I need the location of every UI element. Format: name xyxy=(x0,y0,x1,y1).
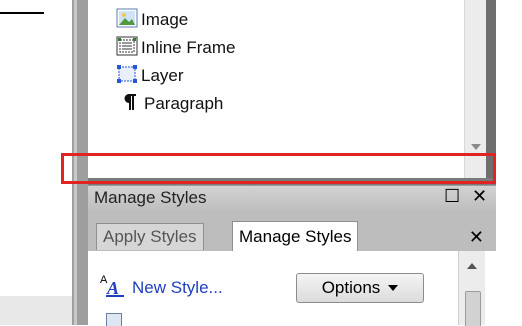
toolbox-item-inline-frame[interactable]: Inline Frame xyxy=(116,34,235,62)
style-item-icon xyxy=(106,313,122,326)
layer-icon xyxy=(116,63,138,90)
options-label: Options xyxy=(321,278,381,297)
panel-title: Manage Styles xyxy=(94,188,207,207)
toolbox-item-image[interactable]: Image xyxy=(116,6,188,34)
tab-manage-styles[interactable]: Manage Styles xyxy=(232,221,359,251)
toolbox-item-paragraph[interactable]: Paragraph xyxy=(122,90,223,118)
image-icon xyxy=(116,8,138,33)
toolbox-item-label: Paragraph xyxy=(144,94,224,113)
restore-panel-icon[interactable]: ☐ xyxy=(444,186,460,207)
close-panel-icon[interactable]: ✕ xyxy=(472,186,487,207)
toolbox-item-layer[interactable]: Layer xyxy=(116,62,184,90)
paragraph-icon xyxy=(122,92,138,117)
styles-scrollbar[interactable] xyxy=(458,251,485,326)
scroll-up-arrow-icon[interactable] xyxy=(467,263,477,269)
new-style-icon: A A xyxy=(100,273,126,302)
tab-apply-styles[interactable]: Apply Styles xyxy=(96,223,204,250)
manage-styles-header: Manage Styles ☐ ✕ xyxy=(88,185,496,212)
toolbox-item-label: Image xyxy=(141,10,189,29)
left-strip-bottom xyxy=(0,296,72,325)
scroll-thumb[interactable] xyxy=(465,291,481,326)
toolbox-scrollbar[interactable] xyxy=(464,0,487,180)
scroll-down-arrow-icon[interactable] xyxy=(471,144,481,150)
inline-frame-icon xyxy=(116,36,138,61)
new-style-link[interactable]: A A New Style... xyxy=(100,273,223,302)
dropdown-arrow-icon xyxy=(388,285,399,291)
manage-styles-content: A A New Style... Options xyxy=(88,251,496,326)
options-button[interactable]: Options xyxy=(296,273,424,303)
manage-styles-tabbar: Apply Styles Manage Styles ✕ xyxy=(88,211,496,251)
toolbox-list: Image Inline Frame Layer Paragraph xyxy=(88,0,464,178)
top-left-rule xyxy=(0,12,44,14)
svg-text:A: A xyxy=(106,278,119,297)
close-tab-icon[interactable]: ✕ xyxy=(469,227,484,248)
left-background-strip xyxy=(0,0,72,325)
new-style-label: New Style... xyxy=(132,277,223,297)
right-background xyxy=(496,0,522,325)
toolbox-item-label: Inline Frame xyxy=(141,38,236,57)
panel-left-border-highlight xyxy=(74,0,77,325)
toolbox-item-label: Layer xyxy=(141,66,184,85)
